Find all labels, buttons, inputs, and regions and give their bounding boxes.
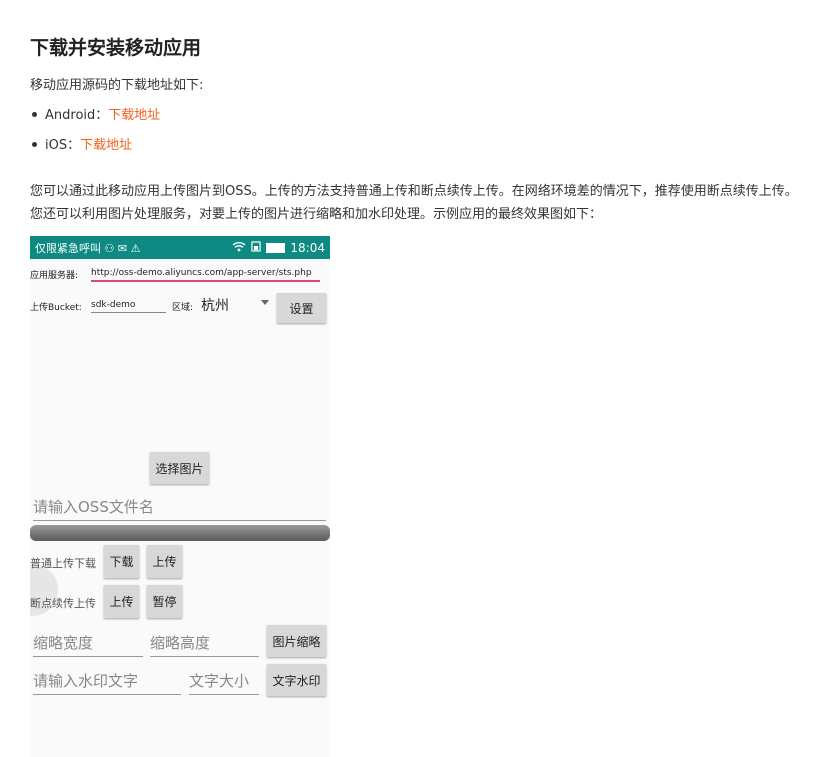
download-button[interactable]: 下载	[104, 545, 139, 578]
page-heading: 下载并安装移动应用	[30, 37, 202, 59]
battery-icon	[266, 242, 286, 253]
server-label: 应用服务器:	[30, 271, 79, 281]
description-text: 您可以通过此移动应用上传图片到OSS。上传的方法支持普通上传和断点续传上传。在网…	[30, 184, 798, 222]
resume-upload-button[interactable]: 上传	[104, 585, 139, 618]
thumbnail-button[interactable]: 图片缩略	[267, 625, 326, 657]
pause-button[interactable]: 暂停	[147, 585, 182, 618]
server-url-input[interactable]: http://oss-demo.aliyuncs.com/app-server/…	[91, 268, 320, 282]
list-item-ios: iOS：下载地址	[30, 134, 132, 153]
platform-label: Android：	[45, 108, 109, 123]
upload-button[interactable]: 上传	[147, 545, 182, 578]
normal-upload-label: 普通上传下载	[30, 557, 96, 570]
wifi-icon	[232, 241, 246, 255]
upload-progress-bar	[30, 525, 330, 541]
app-screenshot: 仅限紧急呼叫 ⚇ ✉ ⚠ 18:04 应用服务器: http://oss-dem…	[30, 236, 330, 757]
thumb-height-input[interactable]: 缩略高度	[150, 632, 259, 657]
list-item-android: Android：下载地址	[30, 104, 160, 123]
bucket-input[interactable]: sdk-demo	[91, 300, 166, 313]
bullet-icon	[32, 142, 37, 147]
settings-button[interactable]: 设置	[277, 293, 326, 323]
resume-upload-label: 断点续传上传	[30, 597, 96, 610]
sim-icon	[251, 240, 262, 255]
thumb-width-input[interactable]: 缩略宽度	[33, 632, 143, 657]
watermark-text-input[interactable]: 请输入水印文字	[33, 670, 181, 695]
status-carrier: 仅限紧急呼叫 ⚇ ✉ ⚠	[35, 241, 141, 255]
android-download-link[interactable]: 下载地址	[108, 108, 160, 123]
select-image-button[interactable]: 选择图片	[150, 452, 209, 484]
dropdown-arrow-icon[interactable]	[261, 300, 269, 305]
watermark-button[interactable]: 文字水印	[267, 664, 326, 696]
status-time: 18:04	[290, 240, 325, 255]
font-size-input[interactable]: 文字大小	[189, 670, 259, 695]
intro-text: 移动应用源码的下载地址如下:	[30, 78, 204, 93]
region-select[interactable]: 杭州	[201, 295, 229, 315]
status-bar: 仅限紧急呼叫 ⚇ ✉ ⚠ 18:04	[30, 236, 330, 259]
region-label: 区域:	[172, 303, 194, 313]
bullet-icon	[32, 112, 37, 117]
filename-input[interactable]: 请输入OSS文件名	[33, 496, 326, 521]
bucket-label: 上传Bucket:	[30, 303, 82, 313]
platform-label: iOS：	[45, 138, 81, 153]
ios-download-link[interactable]: 下载地址	[80, 138, 132, 153]
